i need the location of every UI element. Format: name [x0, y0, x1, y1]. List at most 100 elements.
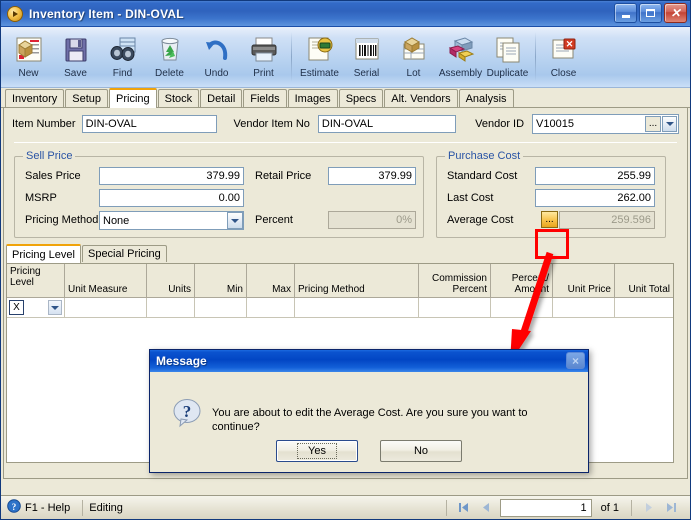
- grid-cell-pricing-method[interactable]: [295, 298, 419, 317]
- last-cost-input[interactable]: 262.00: [535, 189, 655, 207]
- minimize-button[interactable]: [614, 3, 637, 23]
- tab-stock[interactable]: Stock: [157, 89, 200, 107]
- last-record-icon[interactable]: [660, 499, 682, 517]
- sell-price-group: Sell Price Sales Price 379.99 Retail Pri…: [14, 150, 424, 238]
- inventory-item-window: Inventory Item - DIN-OVAL ✕ New Save Fin…: [0, 0, 691, 520]
- grid-cell-unit-total[interactable]: [615, 298, 673, 317]
- dialog-message: You are about to edit the Average Cost. …: [212, 407, 528, 433]
- subtab-pricing-level[interactable]: Pricing Level: [6, 244, 81, 263]
- toolbar-button-undo[interactable]: Undo: [193, 30, 240, 86]
- grid-header-pricing-level[interactable]: Pricing Level: [7, 264, 65, 297]
- tab-label: Analysis: [465, 92, 507, 105]
- tab-inventory[interactable]: Inventory: [5, 89, 65, 107]
- toolbar-button-find[interactable]: Find: [99, 30, 146, 86]
- toolbar-button-print[interactable]: Print: [240, 30, 287, 86]
- tab-label: Inventory: [12, 92, 58, 105]
- maximize-button[interactable]: [639, 3, 662, 23]
- standard-cost-input[interactable]: 255.99: [535, 167, 655, 185]
- toolbar-button-close[interactable]: ✕ Close: [540, 30, 587, 86]
- yes-button[interactable]: Yes: [276, 440, 358, 462]
- previous-record-icon[interactable]: [475, 499, 497, 517]
- dialog-title: Message: [156, 354, 207, 368]
- toolbar-label: Find: [112, 68, 133, 79]
- pricing-sub-tabs: Pricing Level Special Pricing: [6, 244, 168, 263]
- help-button[interactable]: ? F1 - Help: [5, 499, 76, 516]
- msrp-label: MSRP: [25, 192, 57, 204]
- help-label: F1 - Help: [25, 501, 71, 514]
- grid-cell-units[interactable]: [147, 298, 195, 317]
- page-number-input[interactable]: 1: [499, 498, 592, 517]
- chevron-down-icon: [51, 305, 59, 310]
- vendor-item-no-input[interactable]: DIN-OVAL: [317, 115, 457, 133]
- toolbar-button-save[interactable]: Save: [52, 30, 99, 86]
- orange-arrow-icon: [7, 5, 23, 22]
- vendor-id-combo[interactable]: V10015 ...: [532, 114, 680, 134]
- toolbar-button-duplicate[interactable]: Duplicate: [484, 30, 531, 86]
- msrp-input[interactable]: 0.00: [99, 189, 244, 207]
- retail-price-input[interactable]: 379.99: [328, 167, 416, 185]
- grid-header-commission-percent[interactable]: Commission Percent: [419, 264, 491, 297]
- sales-price-input[interactable]: 379.99: [99, 167, 244, 185]
- no-button-label: No: [413, 445, 429, 457]
- tab-fields[interactable]: Fields: [243, 89, 287, 107]
- barcode-icon: [353, 33, 381, 66]
- close-window-button[interactable]: ✕: [664, 3, 687, 23]
- help-icon: ?: [7, 499, 21, 516]
- grid-header-percent-amount[interactable]: Percent/ Amount: [491, 264, 553, 297]
- item-number-input[interactable]: DIN-OVAL: [81, 115, 218, 133]
- toolbar-button-serial[interactable]: Serial: [343, 30, 390, 86]
- grid-header-pricing-method[interactable]: Pricing Method: [295, 264, 419, 297]
- toolbar-label: Close: [550, 68, 577, 79]
- next-record-icon[interactable]: [638, 499, 660, 517]
- grid-header-units[interactable]: Units: [147, 264, 195, 297]
- svg-text:?: ?: [12, 502, 17, 512]
- grid-cell-min[interactable]: [195, 298, 247, 317]
- vendor-id-ellipsis-button[interactable]: ...: [645, 116, 662, 132]
- tab-images[interactable]: Images: [287, 89, 338, 107]
- toolbar-button-new[interactable]: New: [5, 30, 52, 86]
- grid-header-unit-price[interactable]: Unit Price: [553, 264, 615, 297]
- toolbar-button-assembly[interactable]: Assembly: [437, 30, 484, 86]
- subtab-special-pricing[interactable]: Special Pricing: [81, 245, 167, 262]
- pricing-method-dropdown-button[interactable]: [227, 212, 243, 229]
- no-button[interactable]: No: [380, 440, 462, 462]
- section-divider: [14, 142, 677, 143]
- tab-specs[interactable]: Specs: [338, 89, 384, 107]
- grid-cell-pricing-level[interactable]: X: [7, 298, 65, 317]
- grid-cell-max[interactable]: [247, 298, 295, 317]
- row-pricing-level-dropdown[interactable]: [48, 300, 62, 315]
- toolbar-label: New: [18, 68, 39, 79]
- tab-detail[interactable]: Detail: [200, 89, 243, 107]
- row-delete-button[interactable]: X: [9, 300, 24, 315]
- grid-cell-percent-amount[interactable]: [491, 298, 553, 317]
- table-row[interactable]: X: [7, 298, 673, 318]
- tab-label: Pricing: [116, 93, 150, 105]
- tab-pricing[interactable]: Pricing: [109, 88, 157, 108]
- page-total-label: of 1: [600, 501, 619, 514]
- toolbar-button-estimate[interactable]: Estimate: [296, 30, 343, 86]
- first-record-icon[interactable]: [453, 499, 475, 517]
- grid-header-min[interactable]: Min: [195, 264, 247, 297]
- assembly-icon: [447, 33, 475, 66]
- grid-cell-commission-percent[interactable]: [419, 298, 491, 317]
- tab-analysis[interactable]: Analysis: [458, 89, 514, 107]
- toolbar-button-delete[interactable]: Delete: [146, 30, 193, 86]
- grid-cell-unit-measure[interactable]: [65, 298, 147, 317]
- status-separator: [631, 499, 632, 516]
- average-cost-ellipsis-button[interactable]: ...: [541, 211, 558, 228]
- pricing-method-select[interactable]: None: [99, 211, 244, 230]
- toolbar-label: Serial: [353, 68, 380, 79]
- grid-header-unit-total[interactable]: Unit Total: [615, 264, 673, 297]
- tab-setup[interactable]: Setup: [65, 89, 108, 107]
- tab-label: Stock: [164, 92, 193, 105]
- grid-cell-unit-price[interactable]: [553, 298, 615, 317]
- toolbar-button-lot[interactable]: Lot: [390, 30, 437, 86]
- average-cost-label: Average Cost: [447, 214, 514, 226]
- toolbar-separator: [535, 32, 536, 82]
- tab-alt-vendors[interactable]: Alt. Vendors: [384, 89, 458, 107]
- grid-header-unit-measure[interactable]: Unit Measure: [65, 264, 147, 297]
- grid-header-max[interactable]: Max: [247, 264, 295, 297]
- dialog-close-button[interactable]: ×: [566, 352, 585, 369]
- vendor-id-dropdown-button[interactable]: [662, 116, 678, 132]
- tab-label: Detail: [207, 92, 236, 105]
